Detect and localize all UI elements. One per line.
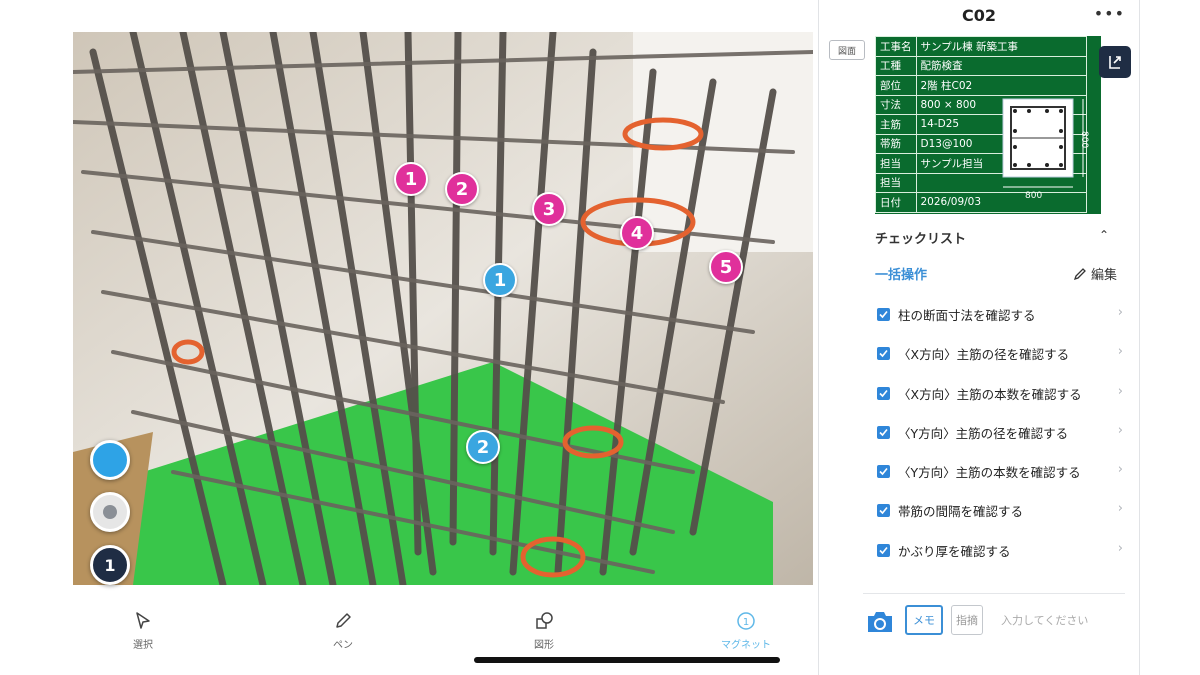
svg-text:1: 1 (743, 617, 749, 628)
chevron-up-icon[interactable]: ⌃ (1099, 228, 1109, 242)
chevron-right-icon: › (1117, 423, 1123, 438)
checklist-item[interactable]: 〈Y方向〉主筋の径を確認する › (877, 421, 1123, 443)
magnet-number-icon: 1 (737, 612, 755, 630)
checklist-item[interactable]: 帯筋の間隔を確認する › (877, 499, 1123, 521)
stroke-size-button[interactable] (90, 492, 130, 532)
rebar-photo-canvas[interactable]: 1 2 3 4 5 1 2 (73, 32, 813, 585)
drawing-button[interactable]: 図面 (829, 40, 865, 60)
camera-icon (868, 612, 892, 632)
column-section-drawing (1002, 98, 1084, 188)
checkbox-checked-icon[interactable] (877, 543, 890, 557)
chevron-right-icon: › (1117, 501, 1123, 516)
checkbox-checked-icon[interactable] (877, 503, 890, 517)
chevron-right-icon: › (1117, 344, 1123, 359)
rebar-photo (73, 32, 813, 585)
detail-panel: C02 ••• 図面 工事名 サンプル棟 新築工事 工種 配筋検査 部位 2階 柱C0… (818, 0, 1140, 675)
color-blue-button[interactable] (90, 440, 130, 480)
checklist-title: チェックリスト (875, 232, 967, 247)
column-section-sketch: 800 800 (995, 91, 1095, 211)
checklist-item[interactable]: 〈X方向〉主筋の径を確認する › (877, 342, 1123, 364)
panel-title: C02 (961, 6, 996, 25)
export-icon (1109, 56, 1121, 69)
cursor-icon (136, 612, 150, 629)
checklist-item[interactable]: 〈Y方向〉主筋の本数を確認する › (877, 460, 1123, 482)
chevron-right-icon: › (1117, 305, 1123, 320)
blue-marker-2[interactable]: 2 (466, 430, 500, 464)
checkbox-checked-icon[interactable] (877, 425, 890, 439)
tool-select[interactable]: 選択 (103, 610, 183, 651)
marker-number-button[interactable]: 1 (90, 545, 130, 585)
pink-marker-4[interactable]: 4 (620, 216, 654, 250)
edit-button[interactable]: 編集 (1073, 264, 1117, 283)
home-indicator (474, 657, 780, 663)
memo-input[interactable]: 入力してください (1001, 612, 1088, 628)
export-button[interactable] (1099, 46, 1131, 78)
checkbox-checked-icon[interactable] (877, 464, 890, 478)
pen-icon (336, 613, 351, 628)
tool-magnet[interactable]: 1 マグネット (706, 610, 786, 651)
note-tab[interactable]: 指摘 (951, 605, 983, 635)
divider (863, 593, 1125, 594)
pencil-icon (1073, 267, 1086, 280)
pink-marker-2[interactable]: 2 (445, 172, 479, 206)
checkbox-checked-icon[interactable] (877, 386, 890, 400)
tool-pen[interactable]: ペン (303, 610, 383, 651)
camera-button[interactable] (865, 609, 895, 637)
pink-marker-3[interactable]: 3 (532, 192, 566, 226)
tool-shape[interactable]: 図形 (504, 610, 584, 651)
checklist-item[interactable]: かぶり厚を確認する › (877, 539, 1123, 561)
chevron-right-icon: › (1117, 462, 1123, 477)
checklist-item[interactable]: 柱の断面寸法を確認する › (877, 303, 1123, 325)
sketch-height-label: 800 (1079, 131, 1089, 149)
memo-tab[interactable]: メモ (905, 605, 943, 635)
chevron-right-icon: › (1117, 384, 1123, 399)
pink-marker-1[interactable]: 1 (394, 162, 428, 196)
bulk-action-link[interactable]: 一括操作 (875, 264, 927, 283)
more-menu-button[interactable]: ••• (1094, 4, 1125, 23)
checklist-item[interactable]: 〈X方向〉主筋の本数を確認する › (877, 382, 1123, 404)
checkbox-checked-icon[interactable] (877, 346, 890, 360)
app-screen: 1 2 3 4 5 1 2 1 選択 ペン 図形 1 マグネット C02 •••… (0, 0, 1200, 675)
sketch-width-label: 800 (1025, 191, 1043, 201)
checkbox-checked-icon[interactable] (877, 307, 890, 321)
pink-marker-5[interactable]: 5 (709, 250, 743, 284)
construction-blackboard[interactable]: 工事名 サンプル棟 新築工事 工種 配筋検査 部位 2階 柱C02 寸法 800 × 8… (875, 36, 1101, 214)
chevron-right-icon: › (1117, 541, 1123, 556)
blue-marker-1[interactable]: 1 (483, 263, 517, 297)
shape-icon (536, 612, 553, 629)
stroke-dot-icon (103, 505, 117, 519)
